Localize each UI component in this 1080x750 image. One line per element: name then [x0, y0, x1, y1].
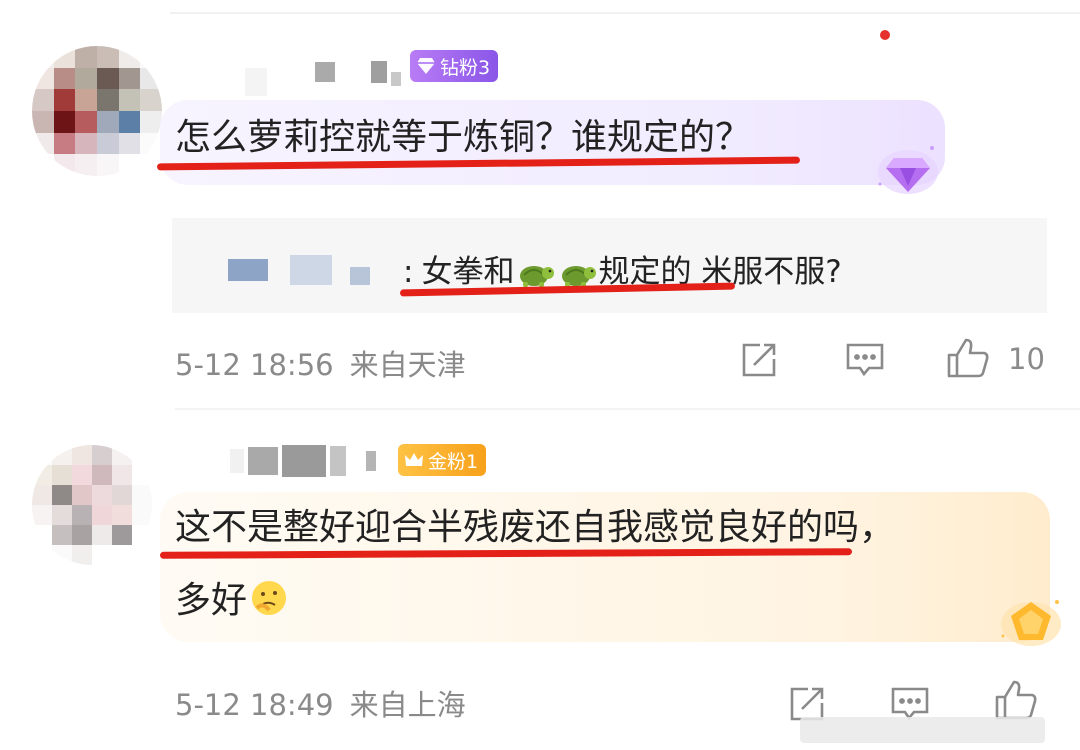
fan-level-badge: 金粉1	[398, 444, 487, 476]
diamond-icon	[417, 58, 435, 74]
comment-text-continued: 多好	[175, 580, 248, 621]
comment-icon	[846, 343, 884, 377]
reply-username-blurred	[228, 255, 370, 285]
comment-time: 5-12 18:49	[175, 688, 334, 722]
username-blurred[interactable]	[245, 48, 401, 96]
comment-text-line2: 多好	[175, 573, 289, 629]
badge-label: 金粉1	[428, 450, 479, 473]
reply-button[interactable]	[843, 338, 887, 382]
like-button[interactable]	[994, 678, 1038, 722]
avatar[interactable]	[32, 445, 152, 565]
badge-label: 钻粉3	[440, 56, 491, 79]
like-button[interactable]	[946, 336, 990, 380]
username-blurred[interactable]	[230, 445, 376, 477]
diamond-decoration-icon	[878, 146, 938, 194]
fan-level-badge: 钻粉3	[410, 50, 499, 82]
avatar[interactable]	[32, 46, 162, 176]
watermark-overlay	[800, 717, 1045, 743]
crown-icon	[405, 453, 423, 466]
comment-location: 来自天津	[349, 348, 466, 382]
top-divider	[170, 12, 1080, 14]
turtle-emoji-icon	[520, 265, 555, 287]
comment-meta: 5-12 18:49 来自上海	[175, 682, 466, 724]
like-count: 10	[1008, 342, 1045, 376]
reply-prefix: :	[403, 254, 414, 290]
thumbs-up-icon	[947, 338, 989, 378]
comment-time: 5-12 18:56	[175, 348, 334, 382]
share-icon	[742, 343, 776, 377]
comment-divider	[175, 408, 1080, 410]
share-button[interactable]	[737, 338, 781, 382]
thinking-face-emoji-icon	[252, 581, 287, 615]
comment-meta: 5-12 18:56 来自天津	[175, 342, 466, 384]
crown-decoration-icon	[1001, 600, 1061, 646]
notification-dot	[880, 30, 890, 40]
comment-location: 来自上海	[349, 688, 466, 722]
reply-text-before: 女拳和	[421, 254, 515, 290]
thumbs-up-icon	[995, 680, 1037, 720]
turtle-emoji-icon	[562, 265, 597, 287]
